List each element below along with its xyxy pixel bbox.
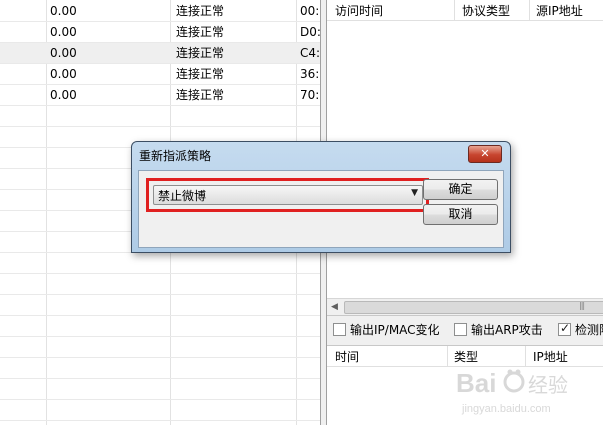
detect-checkbox[interactable]: 检测隙 bbox=[558, 321, 603, 337]
svg-text:经验: 经验 bbox=[528, 373, 568, 397]
table-row[interactable]: 0.00 连接正常 70: bbox=[0, 85, 320, 106]
access-list-header: 访问时间 协议类型 源IP地址 bbox=[327, 0, 603, 21]
empty-row bbox=[0, 274, 320, 295]
cell-value: 0.00 bbox=[50, 4, 77, 18]
baidu-logo-icon: Bai 经验 jingyan.baidu.com bbox=[456, 368, 568, 415]
cell-mac: 70: bbox=[300, 88, 320, 102]
empty-row bbox=[0, 400, 320, 421]
close-icon[interactable]: ✕ bbox=[468, 145, 502, 163]
table-row[interactable]: 0.00 连接正常 36: bbox=[0, 64, 320, 85]
dialog-title: 重新指派策略 bbox=[139, 149, 212, 163]
header-access-time[interactable]: 访问时间 bbox=[335, 4, 383, 18]
cell-mac: D0: bbox=[300, 25, 320, 39]
checkbox-label: 输出IP/MAC变化 bbox=[350, 323, 440, 337]
empty-row bbox=[0, 358, 320, 379]
cell-status: 连接正常 bbox=[176, 4, 225, 18]
cell-status: 连接正常 bbox=[176, 25, 225, 39]
scroll-grip-icon: ||| bbox=[579, 301, 585, 310]
header-protocol[interactable]: 协议类型 bbox=[462, 4, 510, 18]
header-divider[interactable] bbox=[454, 0, 455, 21]
output-ip-mac-checkbox[interactable]: 输出IP/MAC变化 bbox=[333, 323, 440, 337]
empty-row bbox=[0, 316, 320, 337]
policy-selected-value: 禁止微博 bbox=[158, 189, 207, 203]
cell-status: 连接正常 bbox=[176, 67, 225, 81]
empty-row bbox=[0, 253, 320, 274]
checkbox-label: 输出ARP攻击 bbox=[471, 323, 543, 337]
cell-value: 0.00 bbox=[50, 67, 77, 81]
dropdown-arrow-icon[interactable]: ▼ bbox=[411, 188, 418, 198]
empty-row bbox=[0, 106, 320, 127]
table-row[interactable]: 0.00 连接正常 00: bbox=[0, 1, 320, 22]
svg-text:Bai: Bai bbox=[456, 368, 496, 398]
watermark-url: jingyan.baidu.com bbox=[461, 403, 551, 415]
cell-value: 0.00 bbox=[50, 88, 77, 102]
table-row-selected[interactable]: 0.00 连接正常 C4: bbox=[0, 43, 320, 64]
cell-value: 0.00 bbox=[50, 46, 77, 60]
checkbox-checked-icon[interactable] bbox=[558, 321, 571, 336]
dialog-body: 禁止微博 ▼ 确定 取消 bbox=[138, 170, 504, 248]
cell-mac: C4: bbox=[300, 46, 320, 60]
output-arp-checkbox[interactable]: 输出ARP攻击 bbox=[454, 323, 543, 337]
empty-row bbox=[0, 379, 320, 400]
cell-status: 连接正常 bbox=[176, 88, 225, 102]
checkbox-unchecked-icon[interactable] bbox=[454, 323, 467, 336]
cell-mac: 00: bbox=[300, 4, 320, 18]
cell-value: 0.00 bbox=[50, 25, 77, 39]
policy-dropdown[interactable]: 禁止微博 ▼ bbox=[153, 185, 423, 205]
header-divider[interactable] bbox=[447, 346, 448, 367]
scroll-left-icon[interactable]: ◀ bbox=[331, 302, 338, 312]
cell-status: 连接正常 bbox=[176, 46, 225, 60]
options-bar: 输出IP/MAC变化 输出ARP攻击 检测隙 bbox=[327, 315, 603, 345]
cancel-button[interactable]: 取消 bbox=[423, 204, 498, 225]
header-time[interactable]: 时间 bbox=[335, 350, 359, 364]
baidu-jingyan-watermark: Bai 经验 jingyan.baidu.com bbox=[452, 360, 592, 420]
horizontal-scrollbar[interactable]: ◀ ||| bbox=[327, 298, 603, 315]
table-row[interactable]: 0.00 连接正常 D0: bbox=[0, 22, 320, 43]
ok-button[interactable]: 确定 bbox=[423, 179, 498, 200]
highlight-box: 禁止微博 ▼ bbox=[146, 178, 429, 212]
scrollbar-thumb[interactable] bbox=[344, 301, 603, 314]
reassign-policy-dialog: 重新指派策略 ✕ 禁止微博 ▼ 确定 取消 bbox=[131, 141, 511, 253]
cell-mac: 36: bbox=[300, 67, 320, 81]
checkbox-label: 检测隙 bbox=[575, 323, 603, 337]
header-divider[interactable] bbox=[529, 0, 530, 21]
empty-row bbox=[0, 295, 320, 316]
checkbox-unchecked-icon[interactable] bbox=[333, 323, 346, 336]
empty-row bbox=[0, 337, 320, 358]
header-source-ip[interactable]: 源IP地址 bbox=[536, 4, 583, 18]
